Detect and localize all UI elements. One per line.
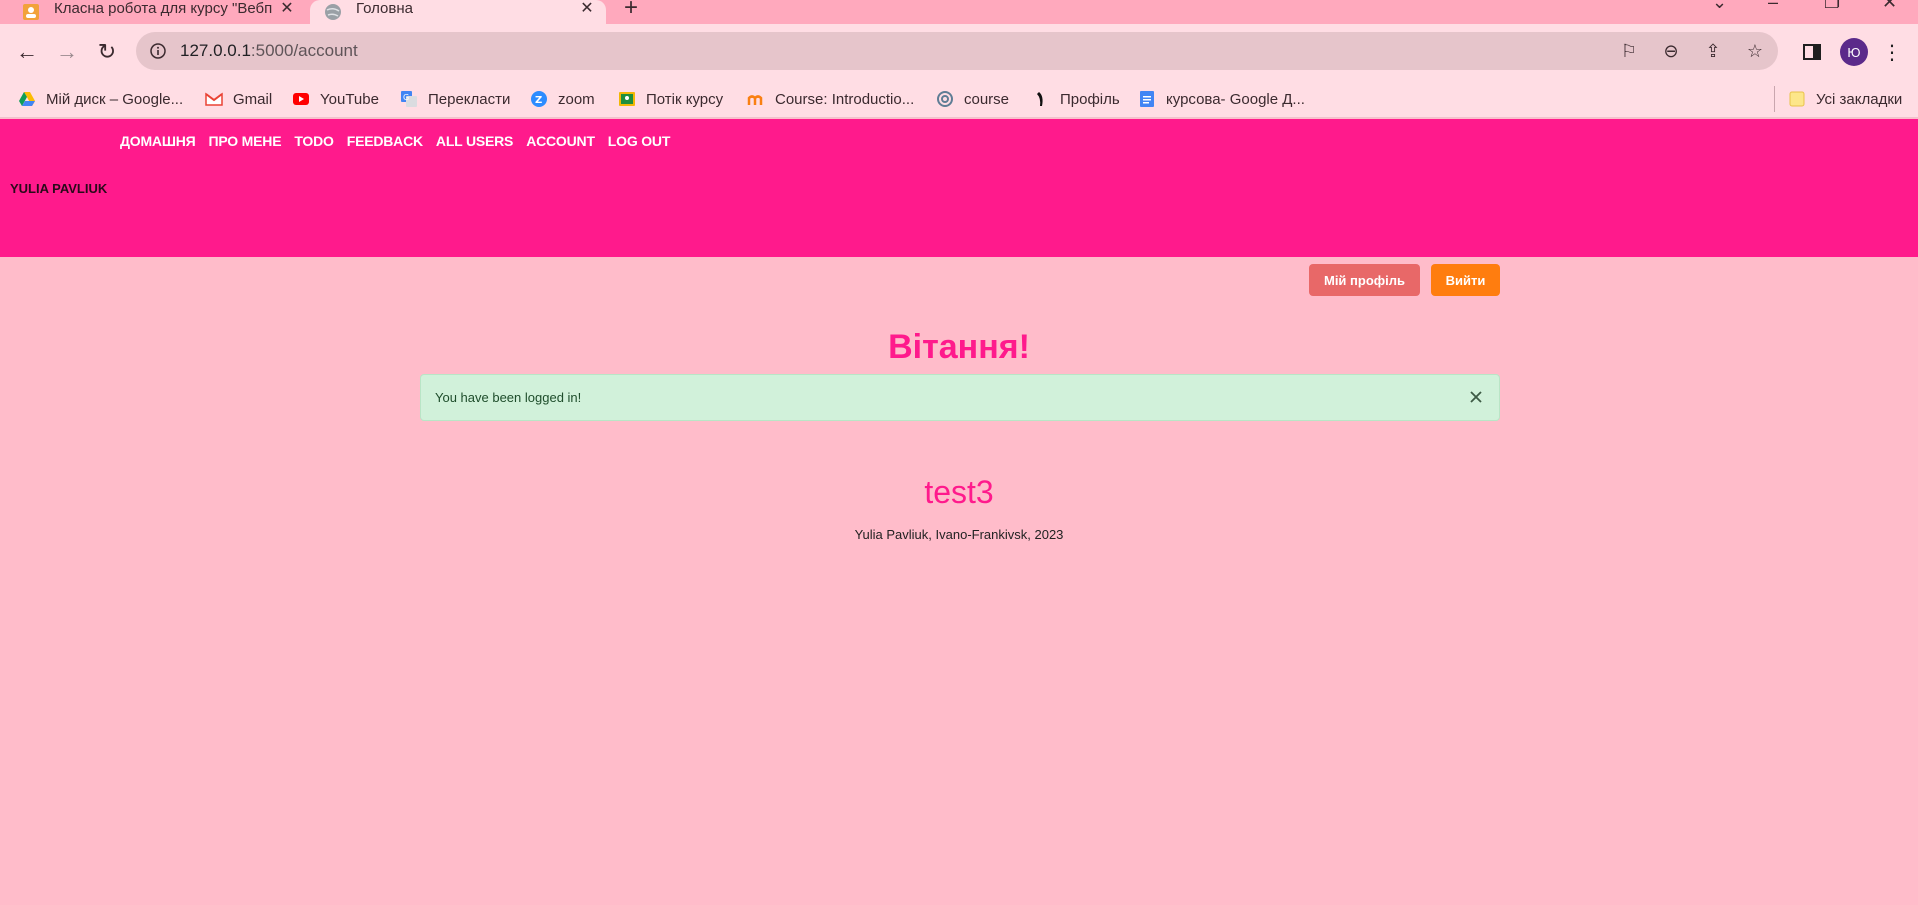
bookmark-coursework-doc[interactable]: курсова- Google Д... <box>1138 86 1305 112</box>
bookmark-label: course <box>964 90 1010 108</box>
all-bookmarks-folder[interactable]: Усі закладки <box>1788 86 1902 112</box>
bookmark-label: Профіль <box>1060 90 1120 108</box>
url-path: :5000/account <box>250 41 358 60</box>
tab-label: Головна <box>356 0 413 17</box>
nav-link-all-users[interactable]: ALL USERS <box>436 133 513 149</box>
bookmark-course-introduction[interactable]: Course: Introductio... <box>747 86 914 112</box>
classroom-icon <box>619 92 635 106</box>
share-icon[interactable]: ⇪ <box>1702 40 1724 62</box>
bookmarks-divider <box>1774 86 1775 112</box>
close-icon[interactable] <box>1465 386 1487 408</box>
bookmark-google-drive[interactable]: Мій диск – Google... <box>18 86 183 112</box>
address-bar-actions: ⚐ ⊖ ⇪ ☆ <box>1618 40 1766 62</box>
bookmark-label: Gmail <box>233 90 273 108</box>
page-title: Вітання! <box>888 328 1030 366</box>
menu-kebab-icon[interactable]: ⋮ <box>1880 38 1904 66</box>
bookmark-star-icon[interactable]: ☆ <box>1744 40 1766 62</box>
bookmark-course[interactable]: course <box>936 86 1009 112</box>
svg-text:Z: Z <box>535 95 542 106</box>
site-navbar: ДОМАШНЯ ПРО МЕНЕ TODO FEEDBACK ALL USERS… <box>0 119 1918 257</box>
restore-icon[interactable]: ❐ <box>1824 0 1840 13</box>
browser-toolbar: ← → ↻ 127.0.0.1:5000/account ⚐ ⊖ ⇪ ☆ Ю ⋮ <box>0 24 1918 80</box>
reload-icon[interactable]: ↻ <box>93 38 121 66</box>
bookmark-label: Мій диск – Google... <box>46 90 184 108</box>
site-info-icon[interactable] <box>150 43 166 59</box>
zoom-icon: Z <box>531 91 547 107</box>
google-drive-icon <box>19 92 35 106</box>
minimize-icon[interactable]: – <box>1768 0 1778 13</box>
address-bar[interactable]: 127.0.0.1:5000/account ⚐ ⊖ ⇪ ☆ <box>136 32 1778 70</box>
bookmark-course-stream[interactable]: Потік курсу <box>618 86 723 112</box>
site-brand: YULIA PAVLIUK <box>10 181 108 196</box>
side-panel-icon[interactable] <box>1798 38 1826 66</box>
url-host: 127.0.0.1 <box>180 41 251 60</box>
course-icon <box>937 91 953 107</box>
globe-icon <box>325 4 341 20</box>
bookmark-label: zoom <box>558 90 595 108</box>
site-menu: ДОМАШНЯ ПРО МЕНЕ TODO FEEDBACK ALL USERS… <box>120 133 670 149</box>
nav-link-feedback[interactable]: FEEDBACK <box>347 133 423 149</box>
nav-link-about[interactable]: ПРО МЕНЕ <box>208 133 281 149</box>
close-icon[interactable]: ✕ <box>276 0 298 18</box>
translate-icon[interactable]: ⚐ <box>1618 40 1640 62</box>
zoom-icon[interactable]: ⊖ <box>1660 40 1682 62</box>
bookmark-profile[interactable]: Профіль <box>1032 86 1120 112</box>
my-profile-button[interactable]: Мій профіль <box>1309 264 1420 296</box>
bookmark-zoom[interactable]: Z zoom <box>530 86 595 112</box>
bookmark-gmail[interactable]: Gmail <box>205 86 272 112</box>
youtube-icon <box>293 93 309 105</box>
gmail-icon <box>205 92 223 106</box>
folder-icon <box>1789 91 1805 107</box>
bookmark-label: курсова- Google Д... <box>1166 90 1305 108</box>
alert-message: You have been logged in! <box>435 390 582 405</box>
bookmark-translate[interactable]: G Перекласти <box>400 86 510 112</box>
profile-avatar[interactable]: Ю <box>1840 38 1868 66</box>
footer-text: Yulia Pavliuk, Ivano-Frankivsk, 2023 <box>854 527 1064 542</box>
tab-home[interactable]: Головна ✕ <box>310 0 606 24</box>
new-tab-icon[interactable]: + <box>624 0 638 22</box>
bookmark-label: Перекласти <box>428 90 511 108</box>
bookmarks-bar: Мій диск – Google... Gmail YouTube G Пер… <box>0 80 1918 118</box>
nav-link-todo[interactable]: TODO <box>294 133 334 149</box>
tab-classroom[interactable]: Класна робота для курсу "Вебп ✕ <box>0 0 306 24</box>
close-icon[interactable]: ✕ <box>576 0 598 18</box>
forward-icon[interactable]: → <box>53 38 81 66</box>
back-icon[interactable]: ← <box>13 38 41 66</box>
window-close-icon[interactable]: ✕ <box>1882 0 1897 13</box>
nav-link-logout[interactable]: LOG OUT <box>608 133 671 149</box>
moodle-icon <box>747 95 763 105</box>
nav-link-account[interactable]: ACCOUNT <box>526 133 595 149</box>
svg-text:G: G <box>403 93 409 102</box>
account-username: test3 <box>924 474 994 510</box>
google-translate-icon: G <box>401 91 417 107</box>
bookmark-label: YouTube <box>320 90 379 108</box>
nav-link-home[interactable]: ДОМАШНЯ <box>120 133 196 149</box>
logout-button[interactable]: Вийти <box>1431 264 1500 296</box>
tab-search-icon[interactable]: ⌄ <box>1712 0 1727 13</box>
bookmark-youtube[interactable]: YouTube <box>292 86 379 112</box>
bookmark-label: Усі закладки <box>1816 90 1903 108</box>
profile-icon <box>1037 92 1043 106</box>
bookmark-label: Потік курсу <box>646 90 724 108</box>
avatar: Ю <box>1840 38 1868 66</box>
success-alert: You have been logged in! <box>420 374 1500 421</box>
classroom-icon <box>23 4 39 20</box>
google-docs-icon <box>1140 91 1154 107</box>
tab-label: Класна робота для курсу "Вебп <box>54 0 273 17</box>
bookmark-label: Course: Introductio... <box>775 90 915 108</box>
tab-strip: Класна робота для курсу "Вебп ✕ Головна … <box>0 0 1918 24</box>
